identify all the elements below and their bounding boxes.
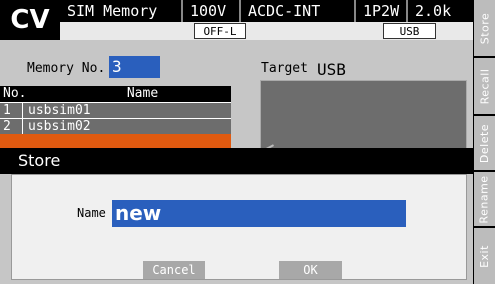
list-item-name: usbsim02 — [28, 119, 91, 134]
softkey-recall-label: Recall — [478, 68, 492, 104]
dialog-title: Store — [0, 148, 473, 174]
softkey-store-label: Store — [478, 12, 492, 44]
signal-source: ACDC-INT — [241, 0, 356, 22]
list-item-no: 1 — [0, 103, 23, 119]
store-dialog — [11, 174, 467, 280]
name-input[interactable]: new — [112, 200, 406, 227]
softkey-exit[interactable]: Exit — [474, 228, 495, 284]
target-value: USB — [317, 60, 346, 79]
softkey-exit-label: Exit — [478, 244, 491, 268]
sim-memory-screen: CV SIM Memory 100V ACDC-INT 1P2W 2.0k OF… — [0, 0, 495, 284]
softkey-rename[interactable]: Rename — [474, 172, 495, 228]
list-item-name: usbsim01 — [28, 103, 91, 118]
phase-wiring: 1P2W — [356, 0, 408, 22]
softkey-recall[interactable]: Recall — [474, 58, 495, 116]
list-item[interactable]: 1 usbsim01 — [0, 102, 231, 119]
memory-number-field[interactable]: 3 — [109, 56, 160, 78]
column-header-no: No. — [3, 86, 27, 101]
ok-button[interactable]: OK — [279, 261, 342, 279]
voltage-range: 100V — [183, 0, 241, 22]
target-list-panel — [260, 80, 467, 158]
softkey-bar: Store Recall Delete Rename Exit — [473, 0, 495, 284]
softkey-delete[interactable]: Delete — [474, 116, 495, 172]
memory-list: No. Name 1 usbsim01 2 usbsim02 — [0, 86, 231, 150]
target-label: Target — [261, 61, 308, 76]
memory-number-label: Memory No. — [27, 61, 106, 76]
list-header: No. Name — [0, 86, 231, 102]
cancel-button[interactable]: Cancel — [143, 261, 205, 279]
mode-indicator: CV — [0, 0, 60, 40]
output-state-badge: OFF-L — [194, 23, 246, 39]
list-item-no: 2 — [0, 119, 23, 135]
softkey-rename-label: Rename — [478, 174, 491, 224]
column-header-name: Name — [126, 86, 159, 101]
list-item-selected[interactable] — [0, 134, 231, 148]
softkey-delete-label: Delete — [478, 123, 491, 163]
list-item[interactable]: 2 usbsim02 — [0, 118, 231, 135]
softkey-store[interactable]: Store — [474, 0, 495, 58]
status-bar: SIM Memory 100V ACDC-INT 1P2W 2.0k — [60, 0, 473, 22]
status-tags: OFF-L USB — [60, 22, 473, 40]
setting-value: 2.0k — [415, 2, 452, 20]
screen-title: SIM Memory — [60, 0, 183, 22]
media-badge: USB — [383, 23, 436, 39]
name-label: Name — [77, 206, 106, 220]
